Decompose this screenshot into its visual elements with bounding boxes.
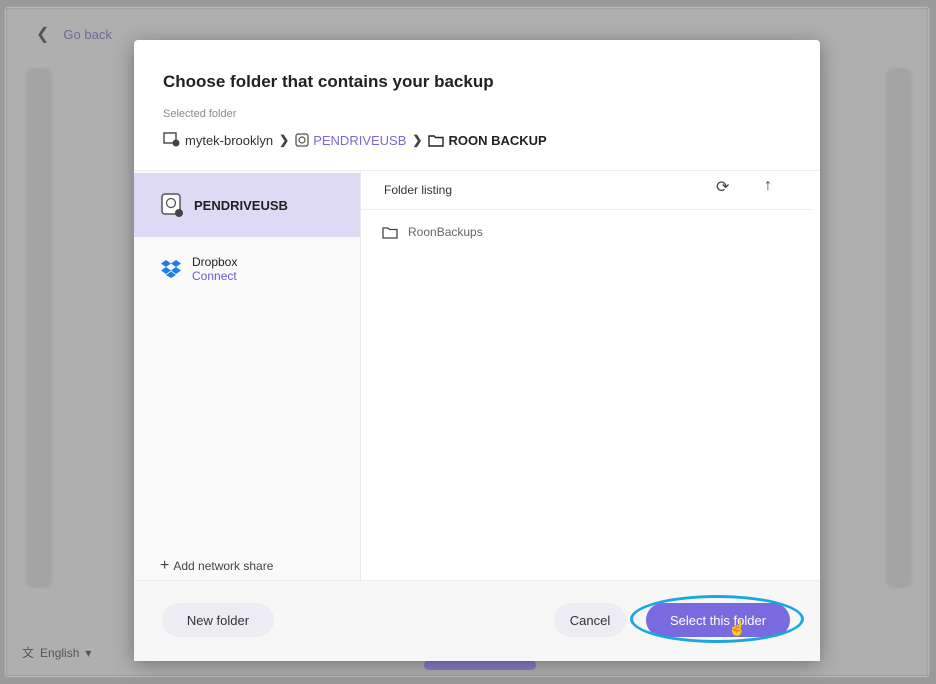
breadcrumb: mytek-brooklyn ❯ PENDRIVEUSB ❯ ROON BACK…	[163, 132, 547, 148]
folder-listing: Folder listing ⟳ ↑ RoonBackups	[360, 171, 820, 581]
computer-icon	[163, 132, 180, 147]
add-network-share-button[interactable]: + Add network share	[160, 557, 273, 575]
go-back-button[interactable]: ❮ Go back	[36, 24, 112, 44]
source-item-dropbox[interactable]: Dropbox Connect	[134, 249, 360, 289]
breadcrumb-host-label: mytek-brooklyn	[185, 132, 274, 148]
chevron-left-icon: ❮	[36, 26, 50, 43]
list-item[interactable]: RoonBackups	[382, 225, 483, 239]
breadcrumb-item-host[interactable]: mytek-brooklyn	[163, 132, 273, 148]
source-label: Dropbox	[192, 255, 238, 269]
choose-folder-dialog: Choose folder that contains your backup …	[134, 40, 820, 661]
chevron-right-icon: ❯	[412, 133, 423, 147]
source-label: PENDRIVEUSB	[194, 197, 288, 213]
chevron-right-icon: ❯	[279, 133, 290, 147]
caret-down-icon: ▾	[85, 645, 92, 660]
click-highlight-ring	[630, 595, 804, 643]
go-back-label: Go back	[63, 26, 112, 42]
listing-title: Folder listing	[384, 183, 453, 197]
breadcrumb-folder-label: ROON BACKUP	[448, 132, 547, 148]
sources-sidebar: PENDRIVEUSB Dropbox Connect + Add networ…	[134, 171, 361, 581]
background-button	[424, 660, 536, 670]
breadcrumb-item-drive[interactable]: PENDRIVEUSB	[295, 133, 406, 148]
plus-icon: +	[160, 557, 170, 574]
new-folder-button[interactable]: New folder	[162, 603, 274, 637]
dialog-title: Choose folder that contains your backup	[163, 72, 494, 91]
folder-icon	[382, 226, 398, 239]
arrow-up-icon[interactable]: ↑	[764, 177, 772, 195]
breadcrumb-drive-label: PENDRIVEUSB	[313, 132, 407, 148]
drive-icon	[295, 133, 309, 147]
dialog-footer: New folder Cancel Select this folder ☝	[134, 580, 820, 661]
breadcrumb-item-folder[interactable]: ROON BACKUP	[428, 132, 547, 148]
language-selector[interactable]: 文 English ▾	[22, 644, 91, 661]
hand-cursor-icon: ☝	[728, 620, 747, 637]
cancel-button[interactable]: Cancel	[554, 603, 626, 637]
dropbox-icon	[161, 260, 181, 278]
dropbox-connect-link[interactable]: Connect	[192, 269, 237, 283]
folder-name: RoonBackups	[408, 225, 483, 239]
add-network-share-label: Add network share	[173, 559, 274, 573]
source-item-pendriveusb[interactable]: PENDRIVEUSB	[134, 173, 360, 237]
listing-header: Folder listing ⟳ ↑	[360, 171, 812, 210]
browser-panel: PENDRIVEUSB Dropbox Connect + Add networ…	[134, 170, 820, 581]
selected-folder-label: Selected folder	[163, 108, 237, 120]
language-icon: 文	[22, 646, 35, 660]
usb-drive-icon	[161, 193, 183, 217]
refresh-icon[interactable]: ⟳	[716, 177, 729, 197]
folder-icon	[428, 134, 445, 147]
language-label: English	[40, 645, 80, 660]
